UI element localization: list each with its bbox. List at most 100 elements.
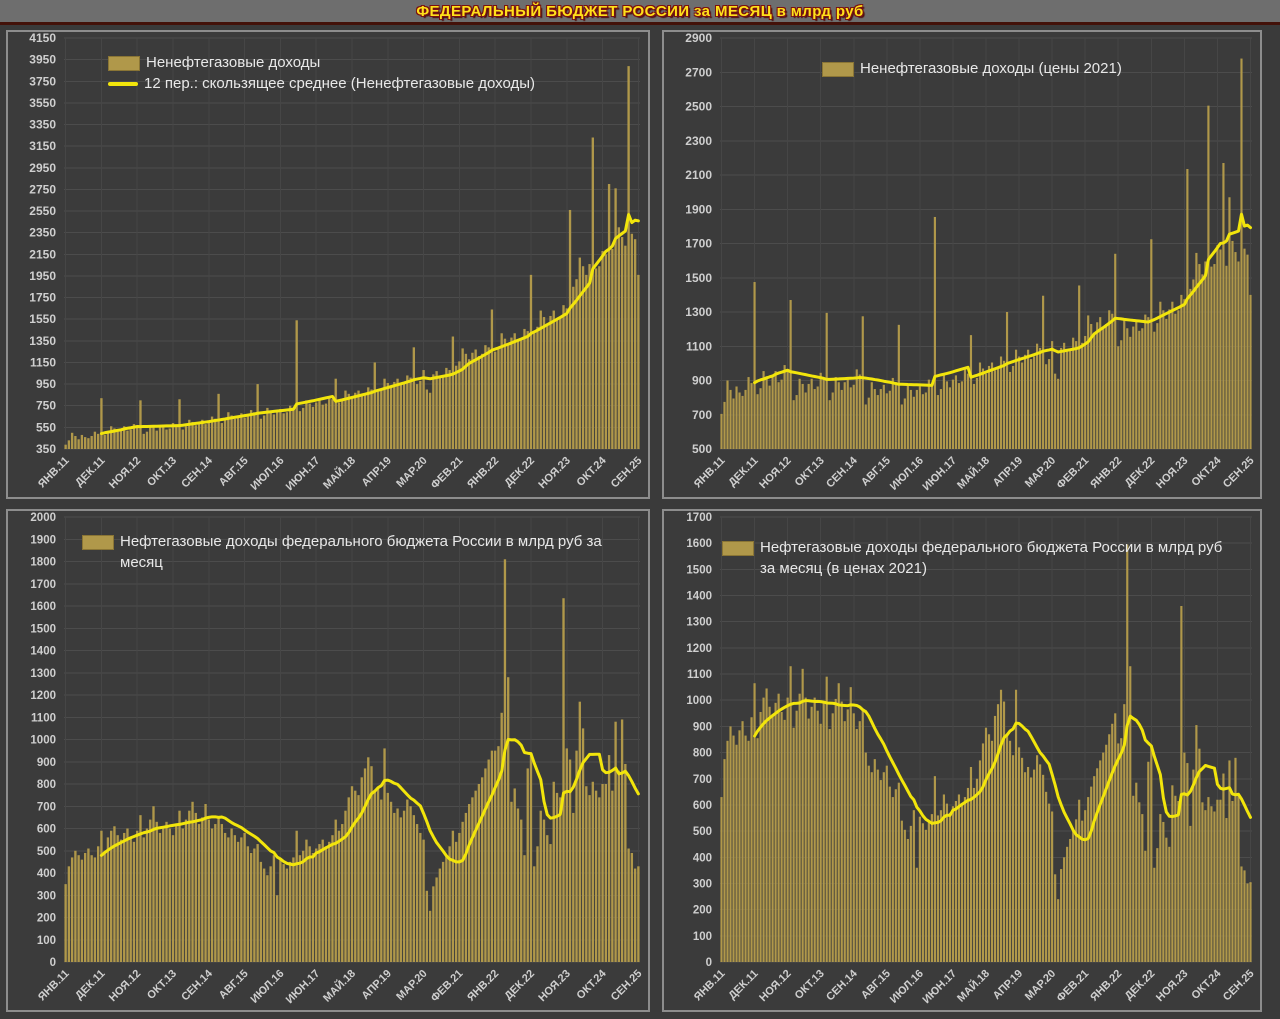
svg-text:3750: 3750 bbox=[29, 74, 56, 88]
svg-text:ЯНВ.22: ЯНВ.22 bbox=[1088, 968, 1124, 1004]
x-axis-labels: ЯНВ.11ДЕК.11НОЯ.12ОКТ.13СЕН.14АВГ.15ИЮЛ.… bbox=[36, 454, 644, 493]
svg-text:900: 900 bbox=[37, 757, 56, 769]
svg-text:2550: 2550 bbox=[29, 204, 56, 218]
svg-text:ЯНВ.22: ЯНВ.22 bbox=[465, 455, 501, 491]
y-axis-labels: 350 550 750 950 1150 1350 1550 1750 1950 2150 2350… bbox=[29, 32, 56, 456]
svg-text:МАЙ.18: МАЙ.18 bbox=[320, 454, 358, 492]
svg-text:800: 800 bbox=[37, 779, 56, 791]
svg-text:ДЕК.22: ДЕК.22 bbox=[502, 455, 537, 490]
svg-text:1700: 1700 bbox=[30, 579, 56, 591]
y-axis-labels: 0 100 200 300 400 500 600 700 800 900 1000 1100 1200… bbox=[686, 512, 712, 969]
svg-text:300: 300 bbox=[37, 890, 56, 902]
svg-text:НОЯ.23: НОЯ.23 bbox=[536, 455, 572, 491]
bar-series-swatch bbox=[108, 56, 140, 71]
svg-text:3150: 3150 bbox=[29, 139, 56, 153]
bar-series-swatch bbox=[822, 62, 854, 77]
svg-text:3350: 3350 bbox=[29, 118, 56, 132]
svg-text:350: 350 bbox=[36, 442, 56, 456]
svg-text:АПР.19: АПР.19 bbox=[991, 455, 1025, 489]
svg-text:ЯНВ.11: ЯНВ.11 bbox=[692, 968, 728, 1004]
legend-nonoilgas-real: Ненефтегазовые доходы (цены 2021) bbox=[822, 58, 1122, 79]
legend-label: Ненефтегазовые доходы bbox=[146, 54, 321, 71]
svg-text:НОЯ.23: НОЯ.23 bbox=[536, 968, 572, 1004]
svg-text:ФЕВ.21: ФЕВ.21 bbox=[1055, 968, 1092, 1005]
svg-text:400: 400 bbox=[693, 852, 712, 864]
chart-panel-nonoilgas-nominal: 350 550 750 950 1150 1350 1550 1750 1950 2150 2350… bbox=[6, 30, 650, 499]
legend-nonoilgas-nominal: Ненефтегазовые доходы 12 пер.: скользяще… bbox=[108, 52, 535, 94]
legend-row-ma-line: 12 пер.: скользящее среднее (Ненефтегазо… bbox=[108, 73, 535, 94]
svg-text:2350: 2350 bbox=[29, 226, 56, 240]
svg-text:0: 0 bbox=[706, 957, 712, 969]
svg-text:4150: 4150 bbox=[29, 32, 56, 45]
svg-text:3950: 3950 bbox=[29, 53, 56, 67]
svg-text:ОКТ.24: ОКТ.24 bbox=[575, 454, 610, 489]
svg-text:ИЮЛ.16: ИЮЛ.16 bbox=[888, 968, 926, 1006]
svg-text:НОЯ.12: НОЯ.12 bbox=[757, 968, 793, 1004]
svg-text:0: 0 bbox=[50, 957, 56, 969]
svg-text:АПР.19: АПР.19 bbox=[359, 968, 393, 1002]
x-axis-labels: ЯНВ.11ДЕК.11НОЯ.12ОКТ.13СЕН.14АВГ.15ИЮЛ.… bbox=[692, 454, 1257, 493]
bar-series-swatch bbox=[82, 535, 114, 550]
svg-text:200: 200 bbox=[37, 913, 56, 925]
svg-text:100: 100 bbox=[37, 935, 56, 947]
svg-text:МАЙ.18: МАЙ.18 bbox=[954, 967, 992, 1005]
svg-text:ДЕК.22: ДЕК.22 bbox=[1123, 968, 1158, 1003]
svg-text:700: 700 bbox=[693, 774, 712, 786]
y-axis-labels: 0 100 200 300 400 500 600 700 800 900 1000 1100 1200… bbox=[30, 512, 56, 969]
svg-text:1800: 1800 bbox=[30, 557, 56, 569]
svg-text:ДЕК.11: ДЕК.11 bbox=[726, 455, 760, 489]
svg-text:СЕН.14: СЕН.14 bbox=[824, 967, 860, 1003]
svg-text:НОЯ.12: НОЯ.12 bbox=[757, 455, 793, 491]
svg-text:2950: 2950 bbox=[29, 161, 56, 175]
svg-text:АВГ.15: АВГ.15 bbox=[217, 455, 251, 489]
svg-text:1500: 1500 bbox=[686, 564, 712, 576]
bar-series-swatch bbox=[722, 541, 754, 556]
legend-row-bars: Ненефтегазовые доходы bbox=[108, 52, 535, 73]
svg-text:ОКТ.13: ОКТ.13 bbox=[145, 455, 179, 489]
svg-text:СЕН.25: СЕН.25 bbox=[609, 968, 645, 1004]
svg-text:АПР.19: АПР.19 bbox=[991, 968, 1025, 1002]
svg-text:2100: 2100 bbox=[685, 168, 712, 182]
svg-text:1200: 1200 bbox=[30, 690, 56, 702]
svg-text:2900: 2900 bbox=[685, 32, 712, 45]
svg-text:200: 200 bbox=[693, 905, 712, 917]
svg-text:1400: 1400 bbox=[686, 591, 712, 603]
svg-text:МАЙ.18: МАЙ.18 bbox=[320, 967, 358, 1005]
svg-text:МАР.20: МАР.20 bbox=[1023, 968, 1058, 1003]
svg-text:ИЮН.17: ИЮН.17 bbox=[921, 455, 960, 494]
svg-text:900: 900 bbox=[693, 721, 712, 733]
svg-text:ОКТ.24: ОКТ.24 bbox=[1189, 454, 1224, 489]
nonoilgas-nominal-chart: 350 550 750 950 1150 1350 1550 1750 1950 2150 2350… bbox=[29, 32, 644, 493]
x-axis-labels: ЯНВ.11ДЕК.11НОЯ.12ОКТ.13СЕН.14АВГ.15ИЮЛ.… bbox=[692, 967, 1257, 1006]
svg-text:СЕН.14: СЕН.14 bbox=[179, 967, 215, 1003]
svg-text:1150: 1150 bbox=[30, 355, 56, 369]
svg-text:700: 700 bbox=[37, 801, 56, 813]
svg-text:ДЕК.11: ДЕК.11 bbox=[73, 968, 107, 1002]
svg-text:МАР.20: МАР.20 bbox=[394, 968, 429, 1003]
charts-grid: 350 550 750 950 1150 1350 1550 1750 1950 2150 2350… bbox=[0, 25, 1280, 1017]
svg-text:СЕН.25: СЕН.25 bbox=[609, 455, 645, 491]
svg-text:ФЕВ.21: ФЕВ.21 bbox=[429, 968, 466, 1005]
svg-text:1350: 1350 bbox=[29, 334, 56, 348]
svg-text:1300: 1300 bbox=[30, 668, 56, 680]
legend-label: Нефтегазовые доходы федерального бюджета… bbox=[760, 539, 1223, 577]
svg-text:1950: 1950 bbox=[29, 269, 56, 283]
svg-text:2700: 2700 bbox=[685, 65, 712, 79]
svg-text:2000: 2000 bbox=[30, 512, 56, 524]
svg-text:1750: 1750 bbox=[29, 291, 56, 305]
svg-text:ЯНВ.11: ЯНВ.11 bbox=[36, 455, 72, 491]
svg-text:ИЮЛ.16: ИЮЛ.16 bbox=[248, 455, 286, 493]
svg-text:1300: 1300 bbox=[686, 617, 712, 629]
svg-text:СЕН.25: СЕН.25 bbox=[1221, 455, 1257, 491]
svg-text:СЕН.25: СЕН.25 bbox=[1221, 968, 1257, 1004]
svg-text:СЕН.14: СЕН.14 bbox=[179, 454, 215, 490]
svg-text:ОКТ.13: ОКТ.13 bbox=[793, 455, 827, 489]
legend-label: 12 пер.: скользящее среднее (Ненефтегазо… bbox=[144, 75, 536, 92]
chart-panel-oilgas-nominal: 0 100 200 300 400 500 600 700 800 900 1000 1100 1200… bbox=[6, 509, 650, 1012]
svg-text:400: 400 bbox=[37, 868, 56, 880]
svg-text:АПР.19: АПР.19 bbox=[359, 455, 393, 489]
svg-text:АВГ.15: АВГ.15 bbox=[217, 968, 251, 1002]
svg-text:600: 600 bbox=[37, 824, 56, 836]
legend-label: Нефтегазовые доходы федерального бюджета… bbox=[120, 533, 602, 571]
svg-text:1550: 1550 bbox=[29, 312, 56, 326]
